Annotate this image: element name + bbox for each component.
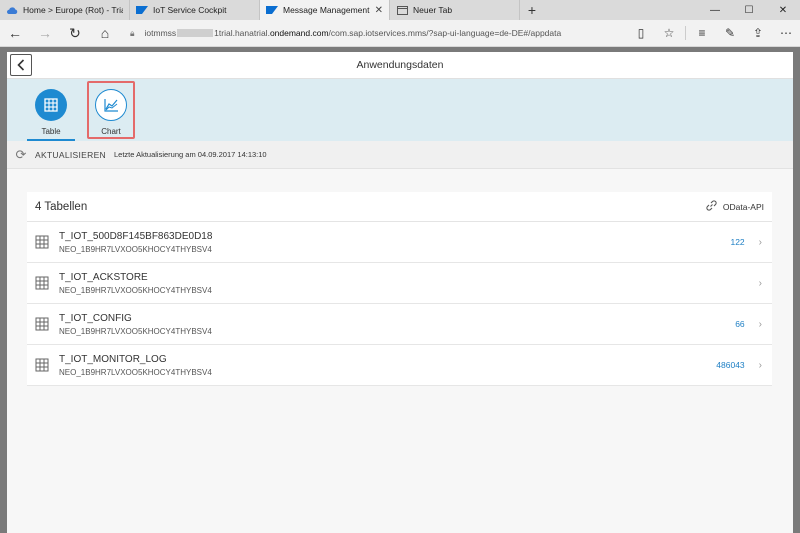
home-icon[interactable]: ⌂ bbox=[90, 20, 120, 47]
tab-label: IoT Service Cockpit bbox=[153, 5, 227, 15]
table-grid-icon bbox=[35, 235, 49, 249]
table-row-text: T_IOT_CONFIG NEO_1B9HR7LVXOO5KHOCY4THYBS… bbox=[59, 313, 735, 336]
page-title: Anwendungsdaten bbox=[356, 59, 444, 71]
table-name: T_IOT_ACKSTORE bbox=[59, 271, 148, 283]
chevron-right-icon: › bbox=[758, 359, 762, 371]
table-view-button[interactable]: Table bbox=[27, 79, 75, 141]
tab-label: Message Management bbox=[283, 5, 370, 15]
cloud-icon bbox=[6, 4, 18, 16]
web-note-icon[interactable]: ✎ bbox=[716, 20, 744, 47]
table-grid-icon bbox=[35, 276, 49, 290]
tables-panel: 4 Tabellen OData-API T_IOT_500D8F145BF86… bbox=[27, 192, 772, 386]
forward-arrow-icon[interactable]: → bbox=[30, 20, 60, 47]
table-row[interactable]: T_IOT_CONFIG NEO_1B9HR7LVXOO5KHOCY4THYBS… bbox=[27, 304, 772, 345]
sap-logo-icon bbox=[136, 4, 148, 16]
minimize-button[interactable]: — bbox=[698, 0, 732, 20]
table-row[interactable]: T_IOT_500D8F145BF863DE0D18 NEO_1B9HR7LVX… bbox=[27, 222, 772, 263]
app-header: Anwendungsdaten bbox=[7, 52, 793, 79]
table-grid-icon bbox=[35, 317, 49, 331]
window-controls: — ☐ ✕ bbox=[698, 0, 800, 20]
toolbar-divider bbox=[685, 26, 686, 40]
table-icon bbox=[35, 89, 67, 121]
url-field[interactable]: 🔒︎ iotmmss 1trial.hanatrial. ondemand.co… bbox=[120, 20, 627, 47]
table-row[interactable]: T_IOT_ACKSTORE NEO_1B9HR7LVXOO5KHOCY4THY… bbox=[27, 263, 772, 304]
tab-page-icon bbox=[396, 4, 408, 16]
table-name: T_IOT_MONITOR_LOG bbox=[59, 353, 167, 365]
reading-view-icon[interactable]: ▯ bbox=[627, 20, 655, 47]
view-switcher: Table Chart bbox=[7, 79, 793, 141]
last-update-text: Letzte Aktualisierung am 04.09.2017 14:1… bbox=[113, 150, 267, 159]
favorite-star-icon[interactable]: ☆ bbox=[655, 20, 683, 47]
table-view-label: Table bbox=[41, 127, 61, 136]
refresh-icon[interactable]: ⟳ bbox=[13, 147, 29, 163]
url-host: ondemand.com bbox=[269, 28, 329, 38]
more-icon[interactable]: ⋯ bbox=[772, 20, 800, 47]
panel-header: 4 Tabellen OData-API bbox=[27, 192, 772, 222]
browser-toolbar: ▯ ☆ ≡ ✎ ⇪ ⋯ bbox=[627, 20, 800, 47]
chevron-right-icon: › bbox=[758, 236, 762, 248]
maximize-button[interactable]: ☐ bbox=[732, 0, 766, 20]
table-schema: NEO_1B9HR7LVXOO5KHOCY4THYBSV4 bbox=[59, 326, 212, 336]
chart-view-label: Chart bbox=[101, 127, 121, 136]
chevron-right-icon: › bbox=[758, 318, 762, 330]
table-schema: NEO_1B9HR7LVXOO5KHOCY4THYBSV4 bbox=[59, 367, 212, 377]
table-row-text: T_IOT_MONITOR_LOG NEO_1B9HR7LVXOO5KHOCY4… bbox=[59, 354, 716, 377]
url-redacted bbox=[177, 29, 214, 37]
share-icon[interactable]: ⇪ bbox=[744, 20, 772, 47]
row-count: 122 bbox=[730, 237, 745, 247]
browser-tab-message-management[interactable]: Message Management ✕ bbox=[260, 0, 390, 20]
table-name: T_IOT_CONFIG bbox=[59, 312, 132, 324]
table-row-text: T_IOT_ACKSTORE NEO_1B9HR7LVXOO5KHOCY4THY… bbox=[59, 272, 745, 295]
table-schema: NEO_1B9HR7LVXOO5KHOCY4THYBSV4 bbox=[59, 244, 212, 254]
odata-api-link[interactable]: OData-API bbox=[706, 199, 764, 214]
table-row-text: T_IOT_500D8F145BF863DE0D18 NEO_1B9HR7LVX… bbox=[59, 231, 730, 254]
browser-tabstrip: Home > Europe (Rot) - Trial IoT Service … bbox=[0, 0, 800, 20]
tab-label: Neuer Tab bbox=[413, 5, 453, 15]
back-arrow-icon[interactable]: ← bbox=[0, 20, 30, 47]
chart-view-button[interactable]: Chart bbox=[87, 81, 135, 139]
table-row[interactable]: T_IOT_MONITOR_LOG NEO_1B9HR7LVXOO5KHOCY4… bbox=[27, 345, 772, 386]
browser-tab-home[interactable]: Home > Europe (Rot) - Trial bbox=[0, 0, 130, 20]
table-schema: NEO_1B9HR7LVXOO5KHOCY4THYBSV4 bbox=[59, 285, 212, 295]
app-window: Anwendungsdaten Table Chart ⟳ AKTUALISIE… bbox=[7, 52, 793, 533]
chevron-right-icon: › bbox=[758, 277, 762, 289]
sap-logo-icon bbox=[266, 4, 278, 16]
new-tab-button[interactable]: + bbox=[520, 0, 544, 20]
chevron-left-icon bbox=[17, 59, 25, 71]
browser-tab-new[interactable]: Neuer Tab bbox=[390, 0, 520, 20]
refresh-bar: ⟳ AKTUALISIEREN Letzte Aktualisierung am… bbox=[7, 141, 793, 169]
url-path: /com.sap.iotservices.mms/?sap-ui-languag… bbox=[328, 28, 562, 38]
url-prefix: iotmmss bbox=[144, 28, 177, 38]
chart-icon bbox=[95, 89, 127, 121]
reload-icon[interactable]: ↻ bbox=[60, 20, 90, 47]
tables-count-title: 4 Tabellen bbox=[35, 200, 88, 213]
hub-icon[interactable]: ≡ bbox=[688, 20, 716, 47]
table-name: T_IOT_500D8F145BF863DE0D18 bbox=[59, 230, 213, 242]
link-icon bbox=[706, 199, 717, 214]
browser-tab-iot-cockpit[interactable]: IoT Service Cockpit bbox=[130, 0, 260, 20]
tab-label: Home > Europe (Rot) - Trial bbox=[23, 5, 123, 15]
lock-icon: 🔒︎ bbox=[130, 27, 135, 38]
row-count: 486043 bbox=[716, 360, 745, 370]
back-button[interactable] bbox=[10, 54, 32, 76]
url-host-suffix: 1trial.hanatrial. bbox=[214, 28, 270, 38]
browser-address-bar: ← → ↻ ⌂ 🔒︎ iotmmss 1trial.hanatrial. ond… bbox=[0, 20, 800, 47]
refresh-button[interactable]: AKTUALISIEREN bbox=[35, 150, 106, 160]
table-grid-icon bbox=[35, 358, 49, 372]
close-tab-icon[interactable]: ✕ bbox=[375, 5, 383, 16]
odata-api-label: OData-API bbox=[722, 201, 764, 212]
row-count: 66 bbox=[735, 319, 745, 329]
close-window-button[interactable]: ✕ bbox=[766, 0, 800, 20]
